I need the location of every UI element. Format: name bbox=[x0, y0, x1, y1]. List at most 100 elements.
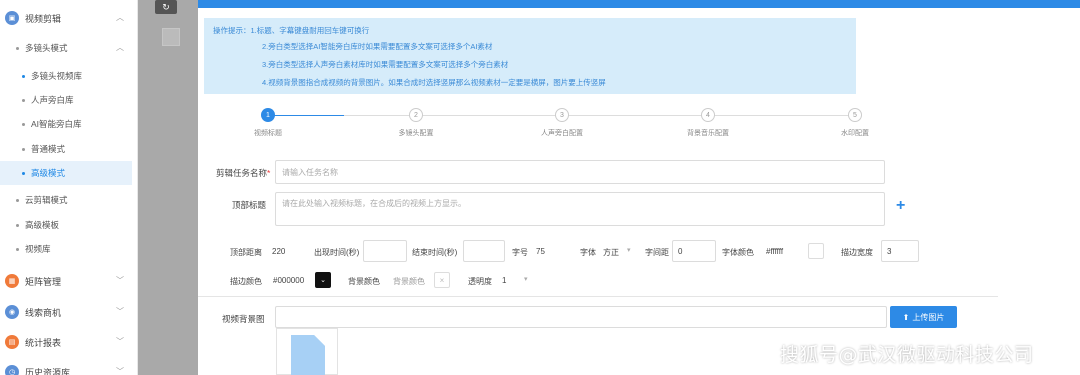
font-color-value[interactable]: #ffffff bbox=[766, 247, 783, 256]
opacity-label: 透明度 bbox=[468, 277, 492, 286]
chevron-down-icon: ﹀ bbox=[116, 337, 124, 346]
bg-image-label: 视频背景图 bbox=[222, 314, 265, 324]
tips-panel: 操作提示：1.标题、字幕键盘耐用回车键可换行 2.旁白类型选择AI智能旁白库时如… bbox=[204, 18, 856, 94]
stroke-width-label: 描边宽度 bbox=[841, 248, 873, 257]
step-5-circle[interactable]: 5 bbox=[848, 108, 862, 122]
bg-image-thumbnail[interactable] bbox=[276, 328, 338, 375]
chevron-down-icon: ⌄ bbox=[320, 277, 326, 284]
sidebar-group-video-edit[interactable]: ▣ 视频剪辑 ︿ bbox=[0, 6, 138, 30]
sidebar-subgroup-multi-shot[interactable]: 多镜头模式 ︿ bbox=[0, 36, 132, 60]
sidebar-item-multi-shot-library[interactable]: 多镜头视频库 bbox=[0, 64, 132, 88]
letter-spacing-input[interactable]: 0 bbox=[672, 240, 716, 262]
step-1-circle[interactable]: 1 bbox=[261, 108, 275, 122]
font-size-value[interactable]: 75 bbox=[536, 247, 545, 256]
task-name-label: 剪辑任务名称* bbox=[216, 168, 271, 178]
close-icon: × bbox=[439, 275, 445, 285]
appear-time-label: 出现时间(秒) bbox=[314, 248, 360, 257]
chevron-down-icon: ▾ bbox=[524, 276, 528, 283]
chevron-down-icon: ﹀ bbox=[116, 367, 124, 375]
sidebar-item-ai-narration[interactable]: AI智能旁白库 bbox=[0, 112, 132, 136]
sidebar-item-label: 云剪辑模式 bbox=[25, 195, 68, 205]
font-color-swatch[interactable] bbox=[808, 243, 824, 259]
step-2-circle[interactable]: 2 bbox=[409, 108, 423, 122]
stroke-color-label: 描边颜色 bbox=[230, 277, 262, 286]
sidebar-item-advanced-mode[interactable]: 高级模式 bbox=[0, 161, 132, 185]
chevron-up-icon: ︿ bbox=[116, 43, 124, 52]
background-checkbox bbox=[162, 28, 180, 46]
sidebar-item-video-library[interactable]: 视频库 bbox=[0, 237, 132, 261]
history-icon: ◷ bbox=[5, 365, 19, 375]
step-4-circle[interactable]: 4 bbox=[701, 108, 715, 122]
bg-color-swatch[interactable]: × bbox=[434, 272, 450, 288]
create-task-dialog: 操作提示：1.标题、字幕键盘耐用回车键可换行 2.旁白类型选择AI智能旁白库时如… bbox=[198, 0, 1080, 375]
refresh-icon: ↻ bbox=[162, 1, 170, 12]
top-title-label: 顶部标题 bbox=[232, 200, 267, 210]
font-size-label: 字号 bbox=[512, 248, 528, 257]
stroke-color-swatch[interactable]: ⌄ bbox=[315, 272, 331, 288]
bg-color-label: 背景颜色 bbox=[348, 277, 380, 286]
dialog-header-bar bbox=[198, 0, 1080, 8]
bullet-icon bbox=[22, 171, 25, 175]
bullet-icon bbox=[16, 46, 19, 50]
sidebar-item-label: 高级模式 bbox=[31, 168, 66, 178]
sidebar-group-label: 历史资源库 bbox=[25, 367, 71, 375]
tip-line: 操作提示：1.标题、字幕键盘耐用回车键可换行 bbox=[213, 26, 370, 35]
top-distance-value[interactable]: 220 bbox=[272, 247, 285, 256]
tip-line: 3.旁白类型选择人声旁白素材库时如果需要配置多文案可选择多个旁白素材 bbox=[262, 60, 509, 69]
chevron-down-icon: ▾ bbox=[627, 247, 631, 254]
sidebar-item-label: 多镜头模式 bbox=[25, 43, 68, 53]
step-3-circle[interactable]: 3 bbox=[555, 108, 569, 122]
sidebar-item-label: 高级模板 bbox=[25, 220, 60, 230]
opacity-select[interactable]: 1 bbox=[502, 276, 506, 285]
upload-icon: ⬆ bbox=[902, 312, 910, 322]
bg-color-value[interactable]: 背景颜色 bbox=[393, 276, 425, 287]
watermark-text: 搜狐号@武汉微驱动科技公司 bbox=[780, 344, 1034, 366]
step-2-label: 多镜头配置 bbox=[398, 130, 434, 137]
chevron-down-icon: ﹀ bbox=[116, 307, 124, 316]
font-label: 字体 bbox=[580, 248, 596, 257]
stroke-color-value[interactable]: #000000 bbox=[273, 276, 304, 285]
section-divider bbox=[198, 296, 998, 297]
sidebar-group-history[interactable]: ◷ 历史资源库 ﹀ bbox=[0, 360, 138, 375]
sidebar: ▣ 视频剪辑 ︿ 多镜头模式 ︿ 多镜头视频库 人声旁白库 AI智能旁白库 普通… bbox=[0, 0, 138, 375]
sidebar-group-label: 线索商机 bbox=[25, 307, 62, 318]
bullet-icon bbox=[22, 122, 25, 126]
sidebar-item-normal-mode[interactable]: 普通模式 bbox=[0, 137, 132, 161]
letter-spacing-label: 字间距 bbox=[645, 248, 669, 257]
refresh-button[interactable]: ↻ bbox=[155, 0, 177, 14]
end-time-input[interactable] bbox=[463, 240, 505, 262]
chevron-down-icon: ﹀ bbox=[116, 276, 124, 285]
bg-image-input[interactable] bbox=[275, 306, 887, 328]
sidebar-item-voice-narration[interactable]: 人声旁白库 bbox=[0, 88, 132, 112]
sidebar-group-reports[interactable]: ▤ 统计报表 ﹀ bbox=[0, 330, 138, 354]
bullet-icon bbox=[16, 247, 19, 251]
chevron-up-icon: ︿ bbox=[116, 13, 124, 22]
video-icon: ▣ bbox=[5, 11, 19, 25]
tip-line: 4.视频背景图指合成视频的背景图片。如果合成时选择竖屏那么视频素材一定要是横屏，… bbox=[262, 78, 606, 87]
tip-line: 2.旁白类型选择AI智能旁白库时如果需要配置多文案可选择多个AI素材 bbox=[262, 42, 493, 51]
sidebar-group-leads[interactable]: ◉ 线索商机 ﹀ bbox=[0, 300, 138, 324]
upload-image-button[interactable]: ⬆ 上传图片 bbox=[890, 306, 957, 328]
upload-button-label: 上传图片 bbox=[912, 312, 945, 322]
step-5-label: 水印配置 bbox=[841, 130, 869, 137]
step-progress-done bbox=[274, 115, 344, 116]
sidebar-item-label: 多镜头视频库 bbox=[31, 71, 83, 81]
sidebar-item-label: 普通模式 bbox=[31, 144, 66, 154]
sidebar-group-label: 矩阵管理 bbox=[25, 276, 62, 287]
font-color-label: 字体颜色 bbox=[722, 248, 754, 257]
bullet-icon bbox=[22, 147, 25, 151]
step-3-label: 人声旁白配置 bbox=[541, 130, 583, 137]
file-icon bbox=[291, 335, 325, 375]
sidebar-group-label: 统计报表 bbox=[25, 337, 62, 348]
font-select[interactable]: 方正 bbox=[603, 247, 619, 258]
bullet-icon bbox=[16, 223, 19, 227]
add-title-icon[interactable]: + bbox=[896, 197, 905, 215]
sidebar-item-advanced-template[interactable]: 高级模板 bbox=[0, 213, 132, 237]
modal-backdrop bbox=[138, 0, 198, 375]
stroke-width-input[interactable]: 3 bbox=[881, 240, 919, 262]
appear-time-input[interactable] bbox=[363, 240, 407, 262]
sidebar-group-matrix[interactable]: ▦ 矩阵管理 ﹀ bbox=[0, 269, 138, 293]
sidebar-item-cloud-edit[interactable]: 云剪辑模式 bbox=[0, 188, 132, 212]
top-title-textarea[interactable]: 请在此处输入视频标题，在合成后的视频上方显示。 bbox=[275, 192, 885, 226]
task-name-input[interactable]: 请输入任务名称 bbox=[275, 160, 885, 184]
